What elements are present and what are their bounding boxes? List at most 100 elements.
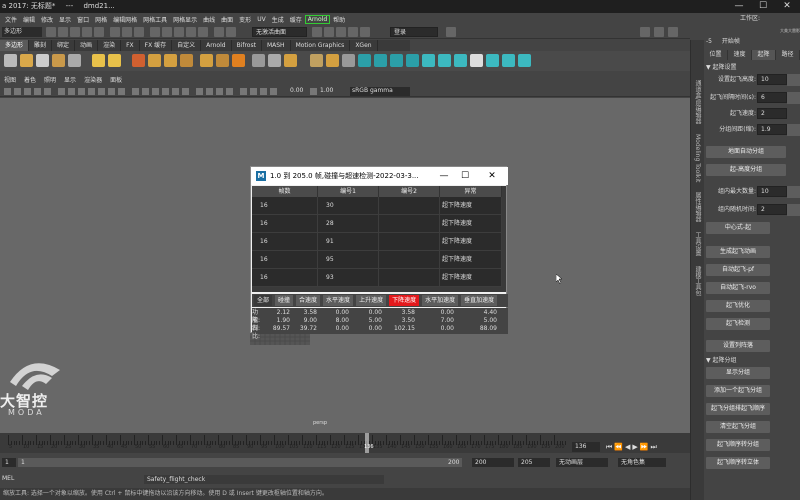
dialog-close-button[interactable]: ✕	[484, 167, 500, 185]
char-set-dropdown[interactable]: 无角色集	[618, 458, 666, 467]
shelf-mash-time-icon[interactable]	[438, 54, 451, 67]
optimize-button[interactable]: 起飞优化	[706, 300, 770, 312]
shelf-separate-icon[interactable]	[148, 54, 161, 67]
help-icon[interactable]	[446, 27, 456, 37]
shelf-mash-random-icon[interactable]	[390, 54, 403, 67]
current-frame-field[interactable]: 136	[572, 442, 600, 452]
image-plane-icon[interactable]	[44, 88, 51, 95]
tab-xgen[interactable]: XGen	[350, 40, 378, 51]
table-row[interactable]: 16 95 超下降速度	[252, 251, 502, 269]
exposure-icon[interactable]	[270, 88, 277, 95]
panel-menu-view[interactable]: 视图	[0, 76, 20, 86]
attribute-editor-icon[interactable]	[668, 27, 678, 37]
mel-label[interactable]: MEL	[2, 475, 14, 482]
dialog-minimize-button[interactable]: —	[436, 167, 452, 185]
check-button[interactable]: 起飞检测	[706, 318, 770, 330]
tab-path[interactable]: 路径	[776, 50, 800, 60]
tab-custom[interactable]: 自定义	[172, 40, 202, 51]
motion-blur-icon[interactable]	[206, 88, 213, 95]
resolution-gate-icon[interactable]	[78, 88, 85, 95]
shelf-boolean-icon[interactable]	[164, 54, 177, 67]
filter-all-button[interactable]: 全部	[254, 295, 273, 306]
menu-deform[interactable]: 变形	[236, 15, 254, 24]
panel-menu-panels[interactable]: 面板	[106, 76, 126, 86]
isolate-icon[interactable]	[240, 88, 247, 95]
formation-button[interactable]: 设置列阵落	[706, 340, 770, 352]
table-row[interactable]: 16 91 超下降速度	[252, 233, 502, 251]
dialog-titlebar[interactable]: M 1.0 到 205.0 帧,碰撞与超速检测-2022-03-3... — ☐…	[251, 167, 508, 185]
menu-mesh-tools[interactable]: 网格工具	[140, 15, 170, 24]
panel-menu-lighting[interactable]: 照明	[40, 76, 60, 86]
maximize-button[interactable]: ☐	[752, 0, 774, 13]
bookmark-icon[interactable]	[34, 88, 41, 95]
filter-vertical-accel-button[interactable]: 垂直加速度	[461, 295, 498, 306]
section-takeoff-settings[interactable]: ▼ 起降设置	[706, 62, 737, 71]
grid-icon[interactable]	[58, 88, 65, 95]
tab-sculpting[interactable]: 雕刻	[29, 40, 53, 51]
dialog-maximize-button[interactable]: ☐	[457, 167, 473, 185]
exposure-value[interactable]: 0.00	[290, 87, 303, 94]
tab-fx[interactable]: FX	[121, 40, 140, 51]
wireframe-icon[interactable]	[132, 88, 139, 95]
shelf-script-icon[interactable]	[4, 54, 17, 67]
shelf-append-icon[interactable]	[284, 54, 297, 67]
playhead[interactable]	[365, 433, 369, 453]
lights-icon[interactable]	[172, 88, 179, 95]
sort-group-button[interactable]: 起飞分组排起飞顺序	[706, 403, 770, 415]
shelf-uv-icon[interactable]	[310, 54, 323, 67]
shadows-icon[interactable]	[182, 88, 189, 95]
dist-input[interactable]: 1.9	[757, 124, 787, 135]
shelf-mash-orient-icon[interactable]	[518, 54, 531, 67]
seq-volume-button[interactable]: 起飞顺序转立体	[706, 457, 770, 469]
table-hscrollbar[interactable]	[252, 287, 502, 292]
filter-ascent-speed-button[interactable]: 上升速度	[356, 295, 387, 306]
tab-polygons[interactable]: 多边形	[0, 40, 30, 51]
tab-speed[interactable]: 速度	[728, 50, 752, 60]
render-frame-icon[interactable]	[312, 27, 322, 37]
ssao-icon[interactable]	[196, 88, 203, 95]
menu-curves[interactable]: 曲线	[200, 15, 218, 24]
aa-icon[interactable]	[216, 88, 223, 95]
camera-select-icon[interactable]	[4, 88, 11, 95]
intra-input[interactable]: 2	[757, 204, 787, 215]
add-group-button[interactable]: 添加一个起飞分组	[706, 385, 770, 397]
shelf-combine-icon[interactable]	[132, 54, 145, 67]
shelf-sew-icon[interactable]	[342, 54, 355, 67]
col-frame[interactable]: 帧数	[252, 186, 318, 197]
ground-group-button[interactable]: 地面自动分组	[706, 146, 786, 158]
snap-surface-icon[interactable]	[198, 27, 208, 37]
select-hierarchy-icon[interactable]	[110, 27, 120, 37]
shelf-target-weld-icon[interactable]	[268, 54, 281, 67]
clear-group-button[interactable]: 清空起飞分组	[706, 421, 770, 433]
show-group-button[interactable]: 显示分组	[706, 367, 770, 379]
tab-fx-caching[interactable]: FX 缓存	[140, 40, 173, 51]
shelf-sphere-icon[interactable]	[36, 54, 49, 67]
login-dropdown[interactable]: 登录	[390, 27, 438, 37]
wireframe-shaded-icon[interactable]	[152, 88, 159, 95]
hypershade-icon[interactable]	[348, 27, 358, 37]
shelf-layout-icon[interactable]	[326, 54, 339, 67]
table-vscrollbar[interactable]	[502, 186, 506, 292]
textured-icon[interactable]	[162, 88, 169, 95]
speed-input[interactable]: 2	[757, 108, 787, 119]
gen-anim-button[interactable]: 生成起飞动画	[706, 246, 770, 258]
shelf-mash-world-icon[interactable]	[422, 54, 435, 67]
shelf-cube-icon[interactable]	[20, 54, 33, 67]
close-button[interactable]: ✕	[776, 0, 798, 13]
auto-rvo-button[interactable]: 自动起飞-rvo	[706, 282, 770, 294]
snap-grid-icon[interactable]	[150, 27, 160, 37]
table-row[interactable]: 16 28 超下降速度	[252, 215, 502, 233]
channel-box-icon[interactable]	[654, 27, 664, 37]
vtab-modeling-toolkit[interactable]: Modeling Toolkit	[694, 134, 701, 182]
start-time-field[interactable]: 1	[2, 458, 16, 467]
panel-menu-shading[interactable]: 着色	[20, 76, 40, 86]
menu-mesh[interactable]: 网格	[92, 15, 110, 24]
menu-mesh-display[interactable]: 网格显示	[170, 15, 200, 24]
shelf-mash-signal-icon[interactable]	[486, 54, 499, 67]
construction-icon[interactable]	[226, 27, 236, 37]
end-time-field[interactable]: 200	[472, 458, 514, 467]
tab-motion-graphics[interactable]: Motion Graphics	[291, 40, 351, 51]
menu-uv[interactable]: UV	[254, 16, 269, 23]
shelf-mash-icon[interactable]	[358, 54, 371, 67]
redo-icon[interactable]	[94, 27, 104, 37]
